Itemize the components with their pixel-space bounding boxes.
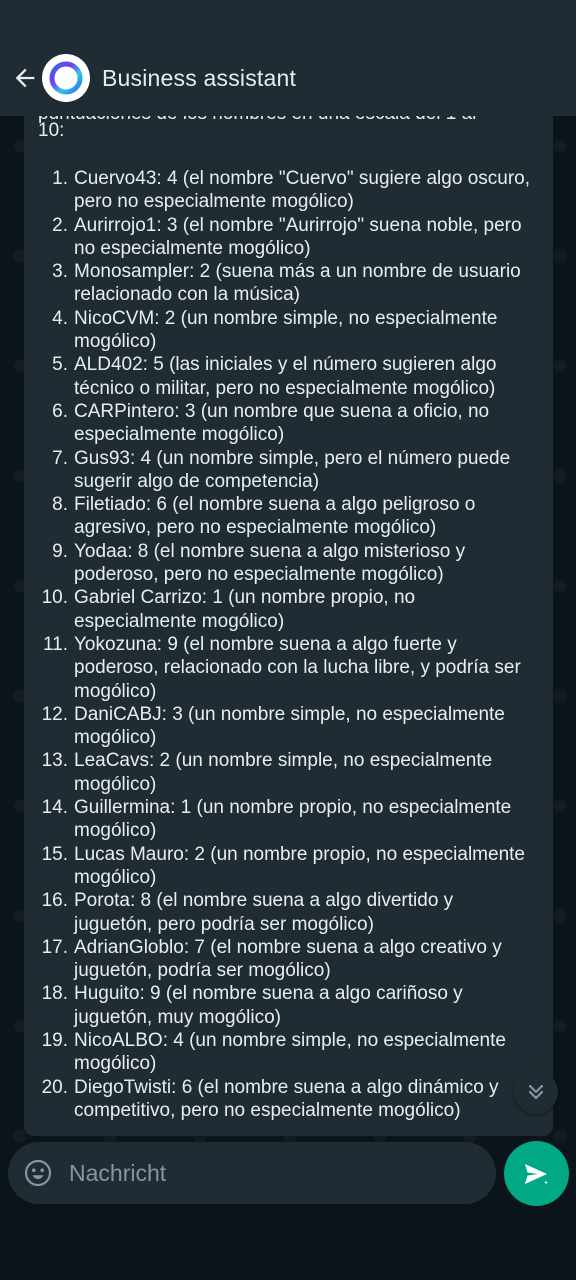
list-item-number: 20. — [41, 1076, 68, 1098]
message-intro: 10: — [38, 120, 65, 141]
list-item: 15. Lucas Mauro: 2 (un nombre propio, no … — [42, 843, 536, 890]
list-item: 9. Yodaa: 8 (el nombre suena a algo miste… — [52, 540, 536, 587]
list-item-text: NicoCVM: 2 (un nombre simple, no especia… — [74, 307, 498, 353]
list-item-number: 1. — [52, 168, 68, 189]
list-item: 13. LeaCavs: 2 (un nombre simple, no espe… — [42, 749, 536, 796]
list-item: 5. ALD402: 5 (las iniciales y el número s… — [52, 353, 536, 400]
message-bubble: puntuaciones de los nombres en una escal… — [24, 116, 553, 1136]
list-item-number: 4. — [52, 307, 68, 329]
message-cut-line: puntuaciones de los nombres en una escal… — [38, 116, 476, 125]
list-item-text: Gus93: 4 (un nombre simple, pero el núme… — [74, 447, 511, 492]
list-item-number: 17. — [41, 936, 68, 958]
list-item-text: Lucas Mauro: 2 (un nombre propio, no esp… — [74, 843, 525, 888]
list-item: 12. DaniCABJ: 3 (un nombre simple, no esp… — [42, 703, 536, 750]
list-item: 19. NicoALBO: 4 (un nombre simple, no esp… — [42, 1029, 536, 1076]
list-item: 11. Yokozuna: 9 (el nombre suena a algo f… — [43, 633, 536, 703]
list-item-text: Yodaa: 8 (el nombre suena a algo misteri… — [74, 540, 466, 586]
back-button[interactable] — [8, 58, 42, 98]
status-bar-area — [0, 0, 576, 40]
list-item: 17. AdrianGloblo: 7 (el nombre suena a al… — [42, 936, 536, 983]
list-item: 4. NicoCVM: 2 (un nombre simple, no espec… — [52, 307, 536, 354]
contact-avatar[interactable] — [42, 54, 90, 102]
list-item-number: 5. — [52, 354, 68, 376]
list-item-number: 18. — [41, 983, 68, 1005]
message-input[interactable] — [67, 1152, 496, 1194]
list-item: 20. DiegoTwisti: 6 (el nombre suena a alg… — [42, 1076, 536, 1123]
list-item-number: 6. — [52, 400, 68, 422]
list-item-text: Guillermina: 1 (un nombre propio, no esp… — [74, 797, 512, 842]
list-item-number: 10. — [41, 587, 68, 609]
list-item-number: 16. — [41, 890, 68, 912]
navigation-bar-area — [0, 1216, 576, 1280]
send-button[interactable] — [504, 1141, 569, 1206]
emoji-button[interactable] — [23, 1158, 53, 1188]
list-item: 8. Filetiado: 6 (el nombre suena a algo p… — [52, 493, 536, 540]
list-item-number: 14. — [41, 797, 68, 819]
list-item-number: 11. — [42, 633, 68, 655]
list-item-text: Aurirrojo1: 3 (el nombre "Aurirrojo" sue… — [74, 214, 522, 259]
list-item-text: Monosampler: 2 (suena más a un nombre de… — [74, 261, 521, 306]
list-item-number: 9. — [52, 540, 68, 562]
list-item-text: Porota: 8 (el nombre suena a algo divert… — [74, 890, 454, 935]
list-item-text: Filetiado: 6 (el nombre suena a algo pel… — [74, 494, 476, 539]
list-item-number: 15. — [41, 843, 68, 865]
list-item-text: DiegoTwisti: 6 (el nombre suena a algo d… — [74, 1076, 499, 1121]
list-item-text: NicoALBO: 4 (un nombre simple, no especi… — [74, 1029, 506, 1075]
list-item: 6. CARPintero: 3 (un nombre que suena a o… — [52, 400, 536, 447]
list-item: 2. Aurirrojo1: 3 (el nombre "Aurirrojo" s… — [52, 214, 536, 261]
list-item-number: 8. — [52, 494, 68, 516]
list-item-number: 19. — [41, 1029, 68, 1051]
list-item-text: AdrianGloblo: 7 (el nombre suena a algo … — [74, 936, 502, 982]
list-item: 1. Cuervo43: 4 (el nombre "Cuervo" sugier… — [52, 167, 536, 214]
chat-title[interactable]: Business assistant — [102, 65, 296, 92]
list-item: 18. Huguito: 9 (el nombre suena a algo ca… — [42, 982, 536, 1029]
emoji-icon — [24, 1159, 52, 1187]
list-item-text: Yokozuna: 9 (el nombre suena a algo fuer… — [74, 633, 521, 702]
list-item: 7. Gus93: 4 (un nombre simple, pero el nú… — [52, 447, 536, 494]
send-sparkle-icon — [524, 1163, 551, 1187]
double-chevron-down-icon — [528, 1084, 544, 1100]
list-item: 3. Monosampler: 2 (suena más a un nombre … — [52, 260, 536, 307]
arrow-left-icon — [15, 68, 35, 88]
list-item-text: Cuervo43: 4 (el nombre "Cuervo" sugiere … — [74, 168, 530, 213]
list-item-text: DaniCABJ: 3 (un nombre simple, no especi… — [74, 703, 505, 749]
list-item-number: 2. — [52, 214, 68, 236]
list-item-text: ALD402: 5 (las iniciales y el número sug… — [74, 354, 497, 399]
list-item-number: 3. — [52, 261, 68, 283]
list-item-number: 12. — [41, 703, 68, 725]
list-item-number: 13. — [41, 750, 68, 772]
list-item-number: 7. — [52, 447, 68, 469]
assistant-ring-icon — [49, 61, 83, 95]
list-item: 16. Porota: 8 (el nombre suena a algo div… — [42, 889, 536, 936]
list-item: 14. Guillermina: 1 (un nombre propio, no … — [42, 796, 536, 843]
list-item-text: Gabriel Carrizo: 1 (un nombre propio, no… — [74, 587, 416, 632]
list-item: 10. Gabriel Carrizo: 1 (un nombre propio,… — [42, 586, 536, 633]
score-list: 1. Cuervo43: 4 (el nombre "Cuervo" sugier… — [42, 167, 536, 1123]
list-item-text: CARPintero: 3 (un nombre que suena a ofi… — [74, 400, 490, 446]
message-composer — [8, 1142, 496, 1204]
chat-header: Business assistant — [0, 40, 576, 116]
scroll-to-bottom-button[interactable] — [514, 1070, 558, 1114]
list-item-text: LeaCavs: 2 (un nombre simple, no especia… — [74, 750, 493, 795]
chat-screen: Business assistant puntuaciones de los n… — [0, 0, 576, 1280]
list-item-text: Huguito: 9 (el nombre suena a algo cariñ… — [74, 983, 463, 1028]
